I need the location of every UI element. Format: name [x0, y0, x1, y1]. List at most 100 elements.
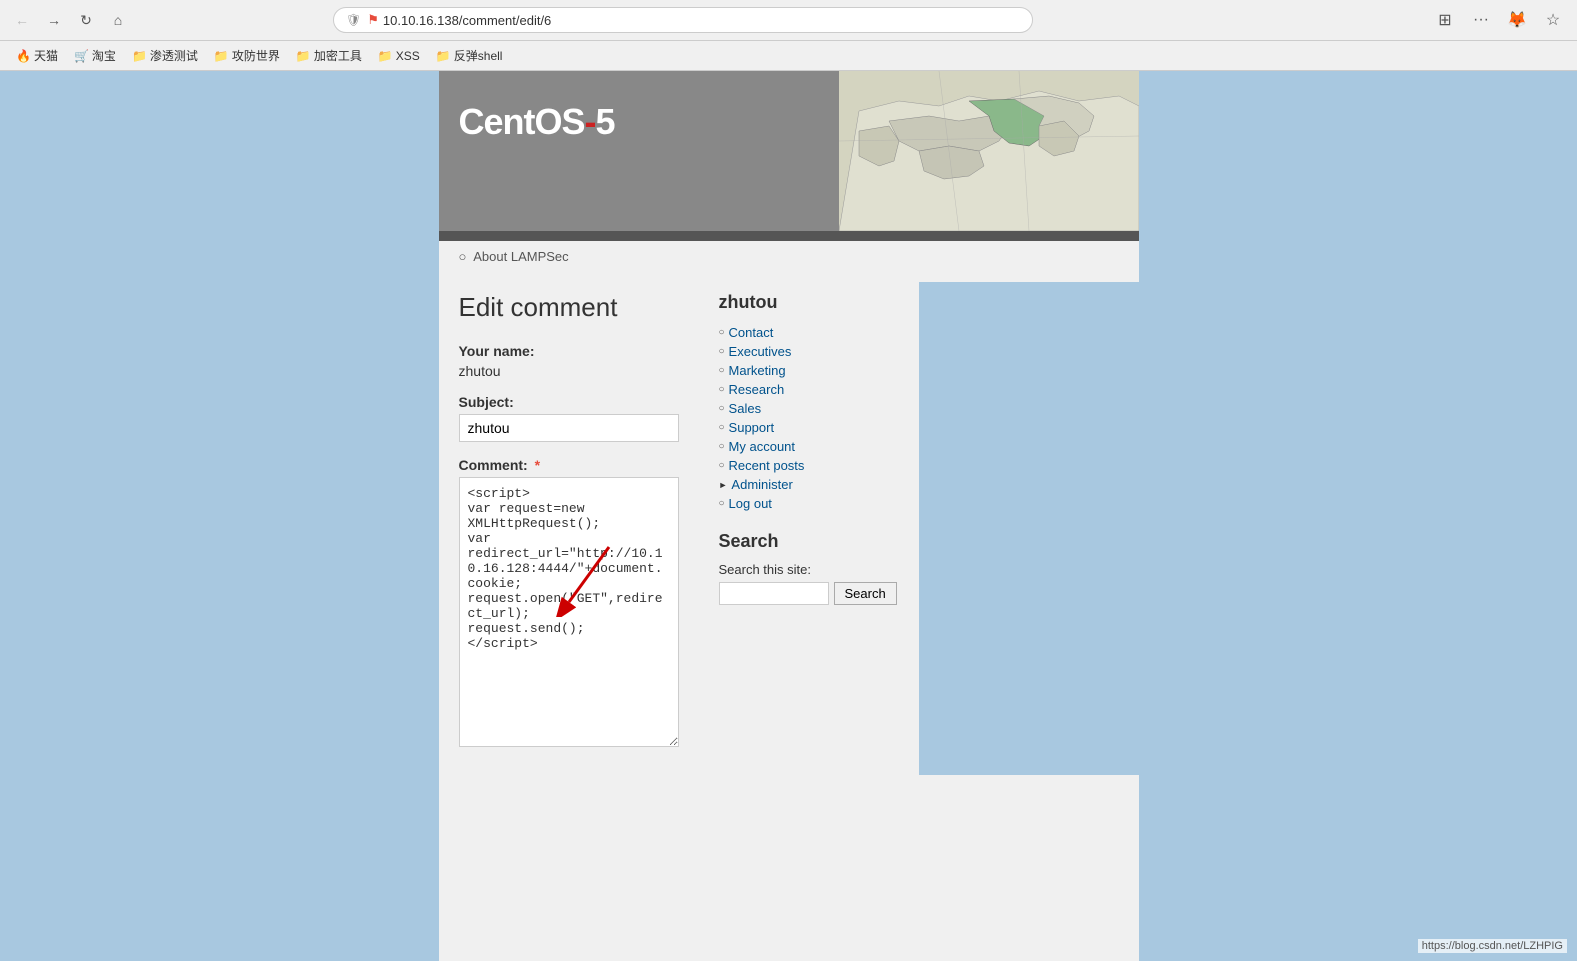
logo-num: 5 — [596, 101, 615, 142]
sidebar-item-support: ○ Support — [719, 420, 899, 435]
bookmark-gongfang-label: 攻防世界 — [232, 47, 280, 64]
folder-icon-3: 📁 — [296, 49, 311, 63]
security-icon: 🛡 — [346, 13, 361, 27]
bookmarks-bar: 🔥 天猫 🛒 淘宝 📁 渗透测试 📁 攻防世界 📁 加密工具 📁 XSS 📁 反… — [0, 41, 1577, 71]
home-button[interactable]: ⌂ — [106, 8, 130, 32]
sidebar-menu: ○ Contact ○ Executives ○ Marketing ○ Res… — [719, 325, 899, 511]
sidebar-item-executives: ○ Executives — [719, 344, 899, 359]
bullet-myaccount: ○ — [719, 441, 725, 452]
taobao-icon: 🛒 — [74, 49, 89, 63]
folder-icon-4: 📁 — [378, 49, 393, 63]
bookmark-taobao[interactable]: 🛒 淘宝 — [68, 45, 122, 66]
your-name-label: Your name: — [459, 343, 679, 359]
browser-toolbar: ← → ↻ ⌂ 🛡 ⚑ 10.10.16.138/comment/edit/6 … — [0, 0, 1577, 41]
bookmark-tianmao[interactable]: 🔥 天猫 — [10, 45, 64, 66]
sync-button[interactable]: 🦊 — [1503, 6, 1531, 34]
sidebar-link-contact[interactable]: Contact — [729, 325, 774, 340]
required-marker: * — [535, 457, 540, 473]
tianmao-icon: 🔥 — [16, 49, 31, 63]
url-text: 10.10.16.138/comment/edit/6 — [383, 13, 551, 28]
sidebar-link-myaccount[interactable]: My account — [729, 439, 795, 454]
bullet-administer: ► — [719, 480, 728, 490]
logo-dash: - — [585, 101, 596, 142]
your-name-value: zhutou — [459, 363, 501, 379]
more-button[interactable]: ··· — [1467, 6, 1495, 34]
sidebar-item-marketing: ○ Marketing — [719, 363, 899, 378]
sidebar-link-support[interactable]: Support — [729, 420, 775, 435]
sidebar-link-sales[interactable]: Sales — [729, 401, 762, 416]
bookmark-shentou-label: 渗透测试 — [150, 47, 198, 64]
bullet-recentposts: ○ — [719, 460, 725, 471]
sidebar-link-research[interactable]: Research — [729, 382, 785, 397]
bookmark-xss-label: XSS — [396, 49, 420, 63]
comment-textarea[interactable]: <script> var request=new XMLHttpRequest(… — [459, 477, 679, 747]
sidebar-item-research: ○ Research — [719, 382, 899, 397]
browser-actions: ⊞ ··· 🦊 ☆ — [1431, 6, 1567, 34]
subject-label: Subject: — [459, 394, 679, 410]
page-title: Edit comment — [459, 292, 679, 323]
bookmark-tianmao-label: 天猫 — [34, 47, 58, 64]
folder-icon-1: 📁 — [132, 49, 147, 63]
dark-separator — [439, 231, 1139, 241]
bookmark-xss[interactable]: 📁 XSS — [372, 47, 426, 65]
sidebar-item-logout: ○ Log out — [719, 496, 899, 511]
browser-chrome: ← → ↻ ⌂ 🛡 ⚑ 10.10.16.138/comment/edit/6 … — [0, 0, 1577, 71]
comment-label: Comment: * — [459, 457, 679, 473]
sidebar-username: zhutou — [719, 292, 899, 313]
annotation-container: <script> var request=new XMLHttpRequest(… — [459, 477, 679, 750]
extensions-button[interactable]: ⊞ — [1431, 6, 1459, 34]
right-area — [919, 282, 1139, 775]
sidebar-search-title: Search — [719, 531, 899, 552]
site-container: CentOS-5 ○ About — [439, 71, 1139, 961]
bullet-support: ○ — [719, 422, 725, 433]
bookmark-taobao-label: 淘宝 — [92, 47, 116, 64]
logo-os: OS — [535, 101, 585, 142]
logo-cent: Cent — [459, 101, 535, 142]
bookmark-gongfang[interactable]: 📁 攻防世界 — [208, 45, 286, 66]
search-button[interactable]: Search — [834, 582, 897, 605]
search-form: Search this site: Search — [719, 562, 899, 605]
sidebar-link-executives[interactable]: Executives — [729, 344, 792, 359]
sidebar-item-contact: ○ Contact — [719, 325, 899, 340]
your-name-group: Your name: zhutou — [459, 343, 679, 379]
nav-bullet: ○ — [459, 249, 467, 264]
nav-about-lampsec[interactable]: About LAMPSec — [473, 249, 568, 264]
search-label: Search this site: — [719, 562, 812, 577]
sidebar: zhutou ○ Contact ○ Executives ○ Marketin… — [699, 282, 919, 775]
bullet-executives: ○ — [719, 346, 725, 357]
bookmark-fandan[interactable]: 📁 反弹shell — [430, 45, 509, 66]
sidebar-link-administer[interactable]: Administer — [731, 477, 792, 492]
header-map — [839, 71, 1139, 231]
bookmark-fandan-label: 反弹shell — [454, 47, 503, 64]
subject-input[interactable] — [459, 414, 679, 442]
bullet-logout: ○ — [719, 498, 725, 509]
refresh-button[interactable]: ↻ — [74, 8, 98, 32]
folder-icon-5: 📁 — [436, 49, 451, 63]
main-content: Edit comment Your name: zhutou Subject: … — [439, 282, 699, 775]
site-header: CentOS-5 — [439, 71, 1139, 231]
sidebar-item-administer: ► Administer — [719, 477, 899, 492]
folder-icon-2: 📁 — [214, 49, 229, 63]
page-wrapper: CentOS-5 ○ About — [0, 71, 1577, 961]
bookmark-jiami[interactable]: 📁 加密工具 — [290, 45, 368, 66]
forward-button[interactable]: → — [42, 8, 66, 32]
sidebar-item-recentposts: ○ Recent posts — [719, 458, 899, 473]
site-logo: CentOS-5 — [459, 101, 615, 143]
comment-group: Comment: * <script> var request=new XMLH… — [459, 457, 679, 750]
sidebar-item-myaccount: ○ My account — [719, 439, 899, 454]
back-button[interactable]: ← — [10, 8, 34, 32]
bookmark-jiami-label: 加密工具 — [314, 47, 362, 64]
bullet-marketing: ○ — [719, 365, 725, 376]
bullet-research: ○ — [719, 384, 725, 395]
search-input[interactable] — [719, 582, 829, 605]
bookmark-shentou[interactable]: 📁 渗透测试 — [126, 45, 204, 66]
bookmark-button[interactable]: ☆ — [1539, 6, 1567, 34]
sidebar-link-logout[interactable]: Log out — [729, 496, 772, 511]
bullet-sales: ○ — [719, 403, 725, 414]
address-marker: ⚑ — [367, 12, 379, 28]
sidebar-link-recentposts[interactable]: Recent posts — [729, 458, 805, 473]
sidebar-link-marketing[interactable]: Marketing — [729, 363, 786, 378]
footer-url: https://blog.csdn.net/LZHPIG — [1418, 939, 1567, 953]
address-bar[interactable]: 🛡 ⚑ 10.10.16.138/comment/edit/6 — [333, 7, 1033, 33]
main-layout: Edit comment Your name: zhutou Subject: … — [439, 272, 1139, 785]
